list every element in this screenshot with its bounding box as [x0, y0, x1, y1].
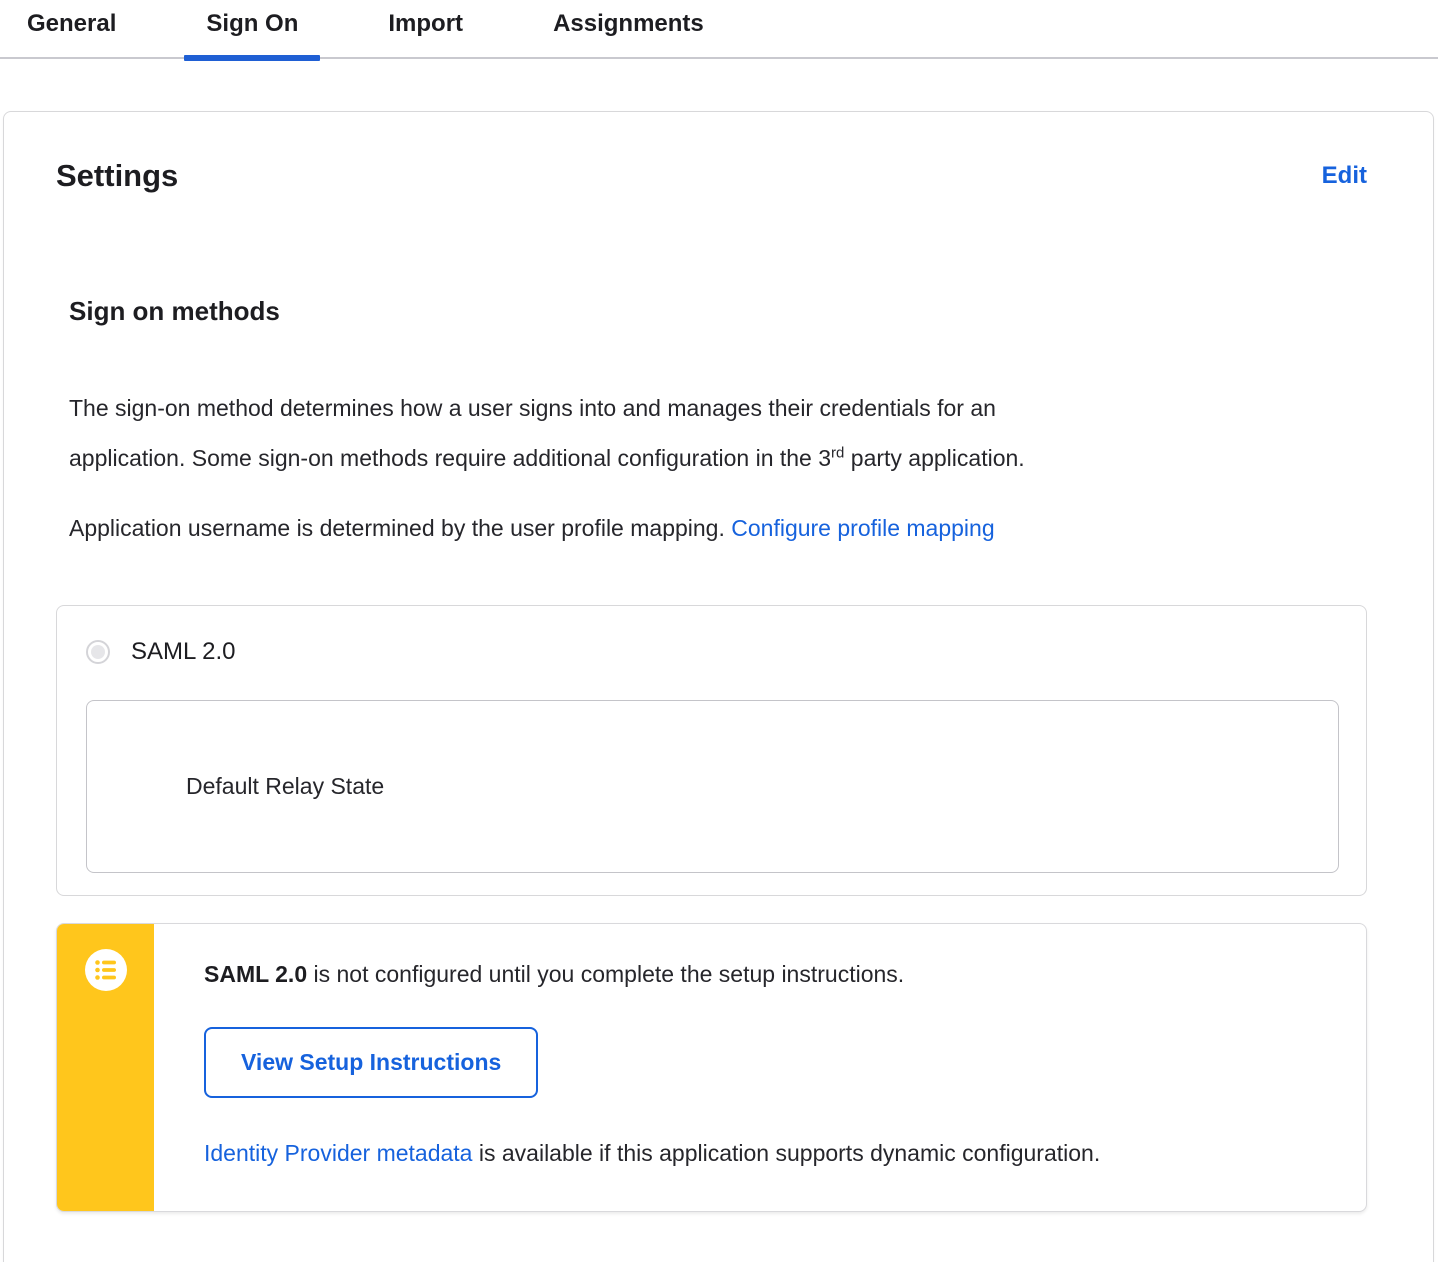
tab-bar: General Sign On Import Assignments [0, 0, 1438, 61]
tab-assignments[interactable]: Assignments [531, 6, 726, 57]
username-description-text: Application username is determined by th… [69, 515, 732, 541]
sign-on-description-line1: The sign-on method determines how a user… [69, 395, 996, 421]
edit-button[interactable]: Edit [1322, 162, 1367, 190]
metadata-line-rest: is available if this application support… [472, 1140, 1101, 1166]
tab-import[interactable]: Import [366, 6, 485, 57]
configure-profile-mapping-link[interactable]: Configure profile mapping [731, 515, 994, 541]
tab-sign-on[interactable]: Sign On [184, 6, 321, 61]
ordinal-suffix: rd [831, 444, 845, 462]
settings-card: Settings Edit Sign on methods The sign-o… [3, 111, 1434, 1262]
default-relay-state-label: Default Relay State [186, 773, 385, 799]
callout-message-bold: SAML 2.0 [204, 961, 308, 987]
metadata-line: Identity Provider metadata is available … [204, 1140, 1326, 1167]
sign-on-methods-heading: Sign on methods [69, 296, 280, 326]
saml-radio-label: SAML 2.0 [131, 638, 236, 665]
identity-provider-metadata-link[interactable]: Identity Provider metadata [204, 1140, 472, 1166]
default-relay-state-field: Default Relay State [86, 700, 1339, 873]
saml-radio-button[interactable] [86, 640, 110, 664]
settings-title: Settings [56, 158, 179, 193]
saml-method-box: SAML 2.0 Default Relay State [56, 605, 1367, 896]
callout-accent-bar [57, 924, 154, 1211]
settings-card-header: Settings Edit [56, 158, 1367, 194]
callout-message-rest: is not configured until you complete the… [307, 961, 905, 987]
view-setup-instructions-button[interactable]: View Setup Instructions [204, 1027, 539, 1098]
bullet-list-icon [84, 949, 127, 991]
username-description: Application username is determined by th… [69, 503, 1367, 553]
saml-radio-row: SAML 2.0 [86, 638, 1339, 666]
setup-callout: SAML 2.0 is not configured until you com… [56, 923, 1367, 1212]
sign-on-description: The sign-on method determines how a user… [69, 383, 1367, 483]
tab-general[interactable]: General [5, 6, 138, 57]
callout-message: SAML 2.0 is not configured until you com… [204, 961, 1326, 988]
sign-on-description-line2: application. Some sign-on methods requir… [69, 445, 832, 471]
sign-on-description-line2-end: party application. [844, 445, 1025, 471]
